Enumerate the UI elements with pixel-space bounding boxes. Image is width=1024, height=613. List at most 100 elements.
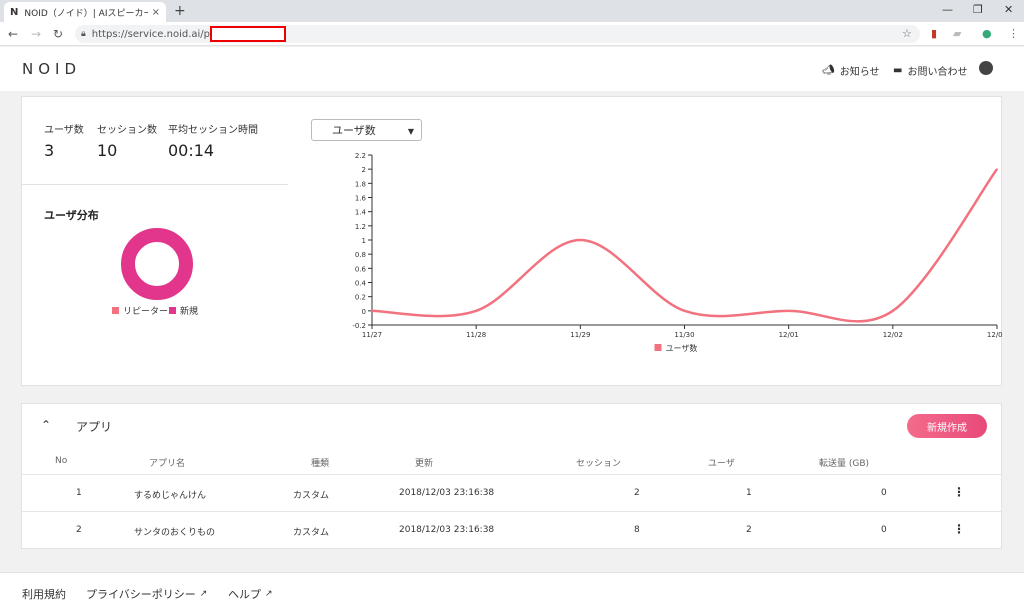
col-header-no[interactable]: No — [55, 456, 67, 466]
data-point — [683, 310, 686, 312]
metric-select[interactable]: ユーザ数 ▼ — [311, 119, 422, 141]
x-tick-label: 11/28 — [466, 331, 486, 339]
notice-link[interactable]: 📣︎ お知らせ — [822, 63, 880, 78]
legend-swatch-new — [169, 307, 176, 314]
cell-users: 1 — [746, 488, 752, 498]
y-tick-label: -0.2 — [352, 322, 366, 330]
lock-icon: 🔒︎ — [81, 29, 86, 39]
extension-icon[interactable]: ▰ — [953, 27, 961, 40]
forward-icon[interactable]: → — [31, 27, 41, 41]
terms-link[interactable]: 利用規約 — [22, 586, 66, 602]
noid-logo[interactable]: NOID — [22, 60, 81, 78]
data-point — [475, 310, 477, 312]
col-header-type[interactable]: 種類 — [311, 456, 329, 469]
y-tick-label: 0.2 — [355, 294, 366, 302]
menu-icon[interactable]: ⋮ — [1008, 27, 1019, 40]
cell-sessions: 2 — [634, 488, 640, 498]
sessions-value: 10 — [97, 141, 118, 160]
address-bar[interactable]: 🔒︎ https://service.noid.ai/proje — [75, 25, 920, 43]
sessions-label: セッション数 — [97, 125, 157, 136]
privacy-label: プライバシーポリシー — [86, 588, 196, 601]
caret-down-icon: ▼ — [407, 127, 414, 136]
contact-link[interactable]: ▬ お問い合わせ — [893, 63, 967, 78]
reload-icon[interactable]: ↻ — [53, 27, 63, 41]
col-header-updated[interactable]: 更新 — [415, 456, 433, 469]
maximize-icon[interactable]: ❐ — [973, 3, 983, 16]
cell-updated: 2018/12/03 23:16:38 — [399, 525, 495, 535]
users-label: ユーザ数 — [44, 125, 84, 136]
help-link[interactable]: ヘルプ ↗ — [228, 586, 273, 602]
col-header-sessions[interactable]: セッション — [576, 456, 621, 469]
cell-type: カスタム — [293, 491, 330, 501]
users-line-chart: -0.2 0 0.2 0.4 0.6 0.8 1 1.2 1.4 1.6 1.8 2 2.2 11/27 1… — [352, 152, 1002, 353]
footer: 利用規約 プライバシーポリシー ↗ ヘルプ ↗ — [0, 572, 1024, 613]
account-icon[interactable] — [979, 61, 993, 75]
avg-session-value: 00:14 — [168, 141, 215, 160]
terms-label: 利用規約 — [22, 588, 66, 601]
data-point — [371, 310, 373, 312]
y-tick-label: 2.2 — [355, 152, 366, 160]
legend-swatch-repeater — [112, 307, 119, 314]
x-tick-label: 12/01 — [779, 331, 799, 339]
browser-tab[interactable]: N NOID（ノイド）| AIスピーカースキル × — [4, 2, 166, 22]
data-point — [892, 310, 894, 312]
new-tab-button[interactable]: + — [174, 3, 186, 19]
y-tick-label: 2 — [362, 166, 366, 174]
x-tick-label: 12/03 — [987, 331, 1002, 339]
divider — [22, 184, 288, 185]
pdf-extension-icon[interactable]: ▮ — [931, 27, 937, 40]
redaction-box — [210, 26, 286, 42]
legend-label-repeater: リピーター — [123, 307, 169, 317]
col-header-transfer[interactable]: 転送量 (GB) — [819, 456, 869, 469]
metric-select-value: ユーザ数 — [332, 124, 376, 137]
x-tick-label: 11/29 — [570, 331, 590, 339]
back-icon[interactable]: ← — [8, 27, 18, 41]
x-tick-label: 12/02 — [883, 331, 903, 339]
tab-close-icon[interactable]: × — [152, 7, 160, 18]
cell-updated: 2018/12/03 23:16:38 — [399, 488, 495, 498]
col-header-users[interactable]: ユーザ — [708, 456, 735, 469]
legend-new[interactable]: 新規 — [169, 304, 198, 317]
more-options-icon[interactable]: ⋮ — [953, 522, 965, 536]
external-link-icon: ↗ — [199, 589, 208, 599]
users-value: 3 — [44, 141, 55, 160]
close-window-icon[interactable]: ✕ — [1004, 3, 1013, 16]
row-divider — [22, 511, 1001, 512]
row-divider — [22, 474, 1001, 475]
y-tick-label: 1.8 — [355, 180, 366, 188]
y-tick-label: 0.6 — [355, 265, 367, 273]
profile-avatar-icon[interactable]: ● — [982, 27, 992, 40]
app-header: NOID 📣︎ お知らせ ▬ お問い合わせ — [0, 47, 1024, 91]
browser-toolbar: ← → ↻ 🔒︎ https://service.noid.ai/proje — [0, 22, 1024, 46]
more-options-icon[interactable]: ⋮ — [953, 485, 965, 499]
apps-title: アプリ — [76, 420, 113, 434]
avg-session-label: 平均セッション時間 — [168, 125, 258, 136]
legend-repeater[interactable]: リピーター — [112, 304, 168, 317]
collapse-chevron-icon[interactable]: ⌃ — [41, 418, 51, 432]
legend-label: ユーザ数 — [666, 343, 698, 353]
cell-type: カスタム — [293, 528, 330, 538]
minimize-icon[interactable]: — — [942, 3, 953, 16]
user-distribution-title: ユーザ分布 — [44, 209, 99, 222]
x-tick-label: 11/30 — [674, 331, 694, 339]
cell-no: 1 — [76, 488, 82, 498]
user-distribution-donut — [121, 228, 193, 300]
noid-favicon-icon: N — [10, 6, 19, 18]
col-header-name[interactable]: アプリ名 — [149, 456, 185, 469]
data-point — [579, 239, 582, 241]
notice-label: お知らせ — [839, 67, 880, 78]
y-tick-label: 0.8 — [355, 251, 366, 259]
privacy-link[interactable]: プライバシーポリシー ↗ — [86, 586, 207, 602]
chat-icon: ▬ — [893, 65, 903, 76]
x-tick-label: 11/27 — [362, 331, 382, 339]
data-point — [787, 310, 790, 312]
cell-sessions: 8 — [634, 525, 640, 535]
y-tick-label: 1 — [362, 237, 366, 245]
megaphone-icon: 📣︎ — [822, 65, 835, 76]
y-tick-label: 1.4 — [355, 209, 367, 217]
star-icon[interactable]: ☆ — [902, 27, 912, 40]
cell-app-name[interactable]: サンタのおくりもの — [134, 525, 215, 538]
new-app-button[interactable]: 新規作成 — [907, 414, 987, 438]
legend-label-new: 新規 — [180, 307, 199, 317]
cell-app-name[interactable]: するめじゃんけん — [134, 488, 206, 501]
